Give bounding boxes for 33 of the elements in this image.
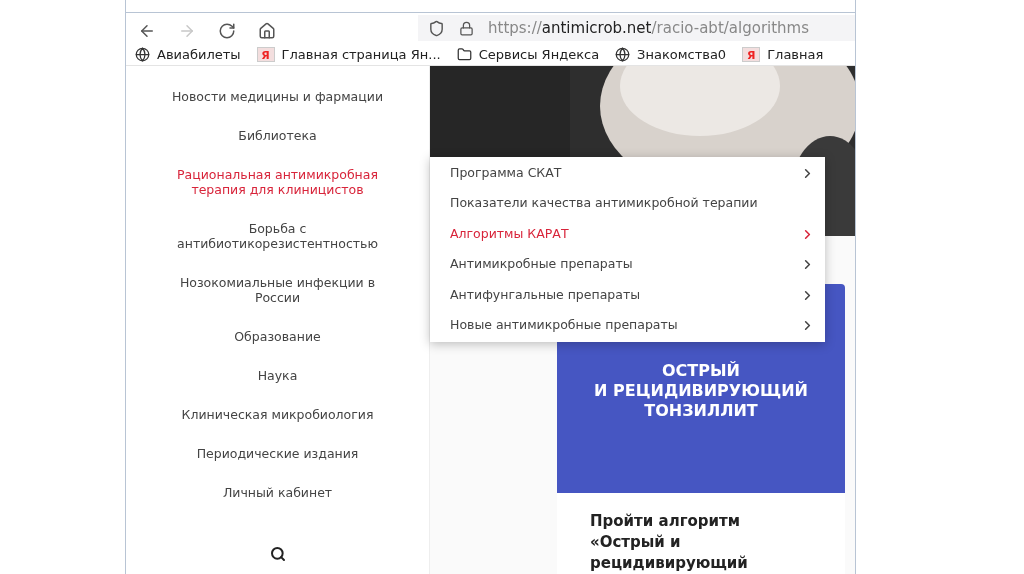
submenu-item[interactable]: Алгоритмы КАРАТ <box>430 219 825 250</box>
sidebar-item[interactable]: Клиническая микробиология <box>159 407 396 422</box>
bookmark-link[interactable]: Авиабилеты <box>157 45 241 65</box>
sidebar-item[interactable]: Новости медицины и фармации <box>159 89 396 104</box>
bookmark-link[interactable]: Главная <box>767 45 824 65</box>
card-title: И РЕЦИДИВИРУЮЩИЙ <box>594 381 808 401</box>
bookmark-link[interactable]: Сервисы Яндекса <box>478 45 600 65</box>
folder-icon <box>456 47 472 63</box>
sidebar-item[interactable]: Рациональная антимикробная терапия для клиницистов <box>159 167 396 197</box>
bookmark-link[interactable]: Главная страница Ян... <box>281 45 441 65</box>
card-title: ОСТРЫЙ <box>662 361 740 381</box>
submenu-item[interactable]: Антимикробные препараты <box>430 249 825 280</box>
lock-icon <box>459 20 474 36</box>
submenu-item[interactable]: Программа СКАТ <box>430 158 825 189</box>
globe-icon <box>135 47 150 63</box>
reload-icon[interactable] <box>218 22 236 40</box>
yandex-icon: Я <box>256 47 275 63</box>
back-icon[interactable] <box>138 22 156 40</box>
home-icon[interactable] <box>258 22 276 40</box>
sidebar-item[interactable]: Наука <box>159 368 396 383</box>
card-title: ТОНЗИЛЛИТ <box>644 401 758 421</box>
yandex-icon: Я <box>742 47 761 63</box>
sidebar-item[interactable]: Нозокомиальные инфекции в России <box>159 275 396 305</box>
bookmark-link[interactable]: Знакомства0 <box>637 45 727 65</box>
sidebar-item[interactable]: Периодические издания <box>159 446 396 461</box>
search-icon[interactable] <box>269 546 286 562</box>
sidebar-item[interactable]: Библиотека <box>159 128 396 143</box>
sidebar-item[interactable]: Борьба с антибиотикорезистентностью <box>159 221 396 251</box>
sidebar-item[interactable]: Личный кабинет <box>159 485 396 500</box>
sidebar-item[interactable]: Образование <box>159 329 396 344</box>
globe-icon <box>615 47 631 63</box>
submenu-item[interactable]: Показатели качества антимикробной терапии <box>430 188 825 219</box>
shield-icon <box>428 19 445 37</box>
